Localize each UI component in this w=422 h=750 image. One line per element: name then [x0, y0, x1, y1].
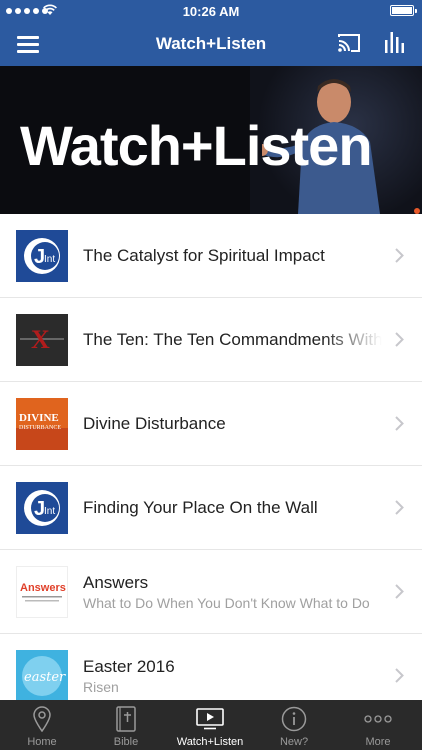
- series-list: J Int The Catalyst for Spiritual Impact …: [0, 214, 422, 700]
- chevron-right-icon: [395, 416, 404, 431]
- series-thumbnail: X: [16, 314, 68, 366]
- series-thumbnail: DIVINE DISTURBANCE: [16, 398, 68, 450]
- series-thumbnail: J Int: [16, 230, 68, 282]
- bible-book-icon: [116, 706, 136, 732]
- tab-label: More: [365, 736, 391, 748]
- hero-headline: Watch+Listen: [20, 114, 373, 177]
- series-title: Easter 2016: [83, 657, 175, 676]
- tab-home[interactable]: Home: [0, 700, 84, 750]
- chevron-right-icon: [395, 500, 404, 515]
- svg-text:Answers: Answers: [20, 582, 66, 594]
- series-title: Finding Your Place On the Wall: [83, 498, 318, 517]
- tab-label: New?: [279, 736, 309, 748]
- status-bar: 10:26 AM: [0, 0, 422, 22]
- tab-bar: Home Bible Watch+Listen New? More: [0, 700, 422, 750]
- status-time: 10:26 AM: [182, 4, 240, 19]
- tab-bible[interactable]: Bible: [84, 700, 168, 750]
- svg-text:Int: Int: [44, 254, 55, 265]
- chevron-right-icon: [395, 248, 404, 263]
- play-screen-icon: [196, 708, 224, 730]
- tab-label: Home: [27, 736, 57, 748]
- series-subtitle: What to Do When You Don't Know What to D…: [83, 595, 370, 611]
- series-title: The Catalyst for Spiritual Impact: [83, 246, 325, 265]
- battery-icon: [390, 5, 417, 16]
- svg-text:Int: Int: [44, 506, 55, 517]
- list-item[interactable]: DIVINE DISTURBANCE Divine Disturbance: [0, 382, 422, 466]
- series-thumbnail: easter: [16, 650, 68, 700]
- svg-text:easter: easter: [24, 670, 66, 685]
- list-item[interactable]: X The Ten: The Ten Commandments With: [0, 298, 422, 382]
- tab-new[interactable]: New?: [252, 700, 336, 750]
- series-title: Divine Disturbance: [83, 414, 226, 433]
- nav-bar: Watch+Listen: [0, 22, 422, 66]
- list-item[interactable]: J Int Finding Your Place On the Wall: [0, 466, 422, 550]
- location-pin-icon: [33, 706, 51, 732]
- tab-label: Bible: [113, 736, 139, 748]
- cast-icon[interactable]: [337, 32, 361, 54]
- series-title: The Ten: The Ten Commandments With: [83, 330, 382, 349]
- list-item[interactable]: Answers Answers What to Do When You Don'…: [0, 550, 422, 634]
- hero-banner: Watch+Listen: [0, 66, 422, 214]
- tab-more[interactable]: More: [336, 700, 420, 750]
- series-subtitle: Risen: [83, 679, 119, 695]
- series-thumbnail: J Int: [16, 482, 68, 534]
- info-circle-icon: [281, 706, 307, 732]
- svg-text:DISTURBANCE: DISTURBANCE: [19, 425, 61, 431]
- chevron-right-icon: [395, 668, 404, 683]
- equalizer-icon[interactable]: [384, 30, 406, 54]
- svg-text:X: X: [31, 325, 50, 354]
- tab-label: Watch+Listen: [176, 736, 244, 748]
- chevron-right-icon: [395, 584, 404, 599]
- svg-text:DIVINE: DIVINE: [19, 412, 59, 424]
- list-item[interactable]: easter Easter 2016 Risen: [0, 634, 422, 700]
- series-title: Answers: [83, 573, 149, 592]
- more-dots-icon: [364, 715, 392, 723]
- series-thumbnail: Answers: [16, 566, 68, 618]
- chevron-right-icon: [395, 332, 404, 347]
- list-item[interactable]: J Int The Catalyst for Spiritual Impact: [0, 214, 422, 298]
- tab-watch-listen[interactable]: Watch+Listen: [168, 700, 252, 750]
